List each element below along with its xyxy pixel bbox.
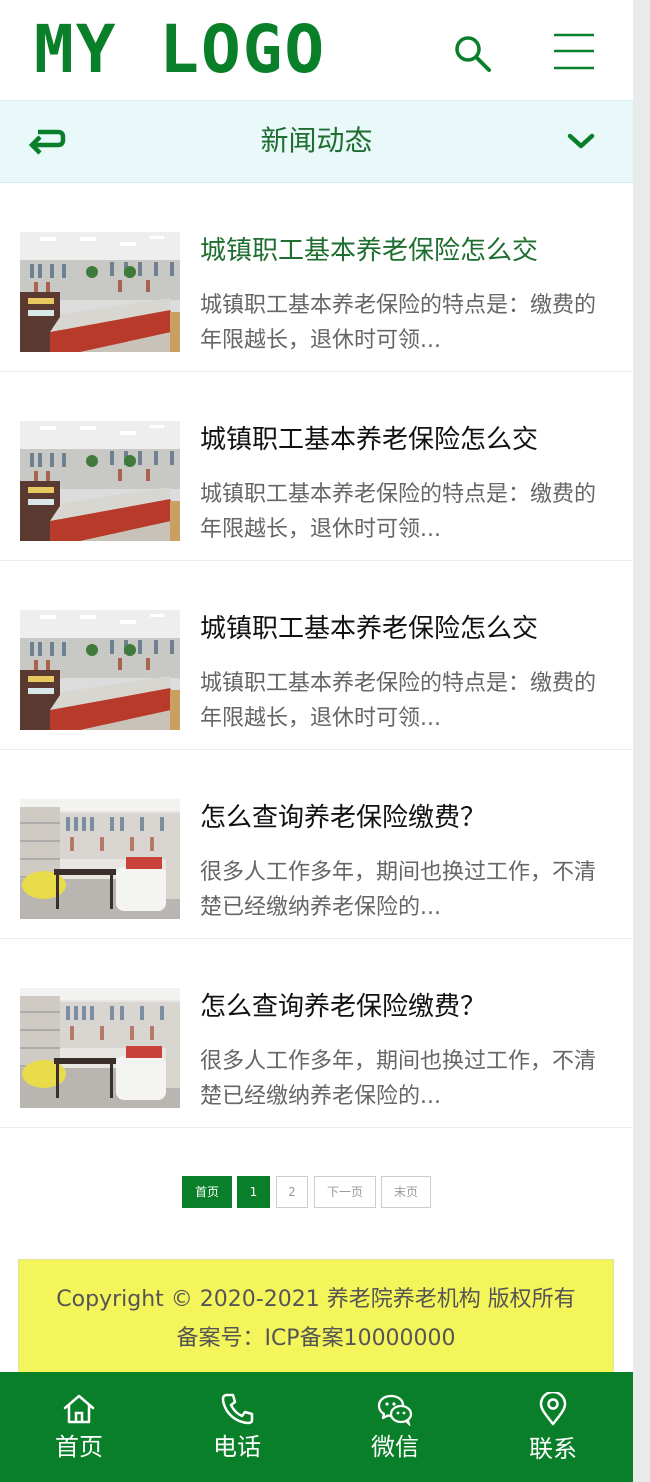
news-thumbnail[interactable] — [20, 799, 180, 919]
bottom-nav-home-label: 首页 — [55, 1433, 103, 1461]
search-icon[interactable] — [452, 34, 494, 74]
location-icon — [539, 1392, 567, 1426]
news-summary: 很多人工作多年，期间也换过工作，不清楚已经缴纳养老保险的... — [200, 1049, 597, 1109]
pager-page-1-button[interactable]: 1 — [237, 1176, 270, 1208]
copyright-text: Copyright © 2020-2021 养老院养老机构 版权所有 — [56, 1287, 576, 1312]
news-title[interactable]: 城镇职工基本养老保险怎么交 — [200, 231, 620, 271]
news-list-item[interactable]: 城镇职工基本养老保险怎么交城镇职工基本养老保险的特点是：缴费的年限越长，退休时可… — [0, 182, 633, 372]
news-summary: 城镇职工基本养老保险的特点是：缴费的年限越长，退休时可领... — [200, 293, 597, 353]
news-thumbnail[interactable] — [20, 610, 180, 730]
chevron-down-icon[interactable] — [567, 131, 595, 151]
news-list-item[interactable]: 怎么查询养老保险缴费？ 很多人工作多年，期间也换过工作，不清楚已经缴纳养老保险的.… — [0, 749, 633, 939]
news-list-item[interactable]: 怎么查询养老保险缴费？ 很多人工作多年，期间也换过工作，不清楚已经缴纳养老保险的.… — [0, 938, 633, 1128]
icp-text: 备案号：ICP备案10000000 — [176, 1326, 456, 1351]
news-thumbnail[interactable] — [20, 988, 180, 1108]
news-thumbnail[interactable] — [20, 232, 180, 352]
bottom-nav-contact[interactable]: 联系 — [474, 1372, 632, 1482]
pager-page-2-button[interactable]: 2 — [276, 1176, 308, 1208]
category-title: 新闻动态 — [260, 124, 373, 157]
menu-icon[interactable] — [553, 32, 595, 72]
news-title[interactable]: 城镇职工基本养老保险怎么交 — [200, 609, 620, 649]
bottom-nav-home[interactable]: 首页 — [0, 1372, 158, 1482]
copyright-box: Copyright © 2020-2021 养老院养老机构 版权所有 备案号：I… — [18, 1259, 614, 1373]
site-header: MY LOGO — [0, 0, 633, 100]
wechat-icon — [377, 1394, 413, 1426]
bottom-nav-phone[interactable]: 电话 — [158, 1372, 316, 1482]
mobile-page: MY LOGO 新闻动态 城镇职工基本养老保险怎么交 城镇职工基本养老保险的特点… — [0, 0, 633, 1482]
news-thumbnail[interactable] — [20, 421, 180, 541]
phone-icon — [221, 1393, 254, 1425]
bottom-nav: 首页 电话 微信 联系 — [0, 1372, 633, 1482]
pager-first-button[interactable]: 首页 — [182, 1176, 232, 1208]
bottom-nav-contact-label: 联系 — [529, 1435, 577, 1463]
news-summary: 城镇职工基本养老保险的特点是：缴费的年限越长，退休时可领... — [200, 482, 597, 542]
news-title[interactable]: 怎么查询养老保险缴费？ — [200, 987, 620, 1027]
pager-next-button[interactable]: 下一页 — [314, 1176, 376, 1208]
news-summary: 很多人工作多年，期间也换过工作，不清楚已经缴纳养老保险的... — [200, 860, 597, 920]
pager-last-button[interactable]: 末页 — [381, 1176, 431, 1208]
bottom-nav-wechat[interactable]: 微信 — [316, 1372, 474, 1482]
news-title[interactable]: 怎么查询养老保险缴费？ — [200, 798, 620, 838]
news-list-item[interactable]: 城镇职工基本养老保险怎么交城镇职工基本养老保险的特点是：缴费的年限越长，退休时可… — [0, 560, 633, 750]
home-icon — [63, 1394, 95, 1424]
bottom-nav-phone-label: 电话 — [213, 1433, 261, 1461]
news-list-item[interactable]: 城镇职工基本养老保险怎么交城镇职工基本养老保险的特点是：缴费的年限越长，退休时可… — [0, 371, 633, 561]
news-title[interactable]: 城镇职工基本养老保险怎么交 — [200, 420, 620, 460]
bottom-nav-wechat-label: 微信 — [371, 1433, 419, 1461]
site-logo[interactable]: MY LOGO — [34, 14, 326, 86]
news-summary: 城镇职工基本养老保险的特点是：缴费的年限越长，退休时可领... — [200, 671, 597, 731]
